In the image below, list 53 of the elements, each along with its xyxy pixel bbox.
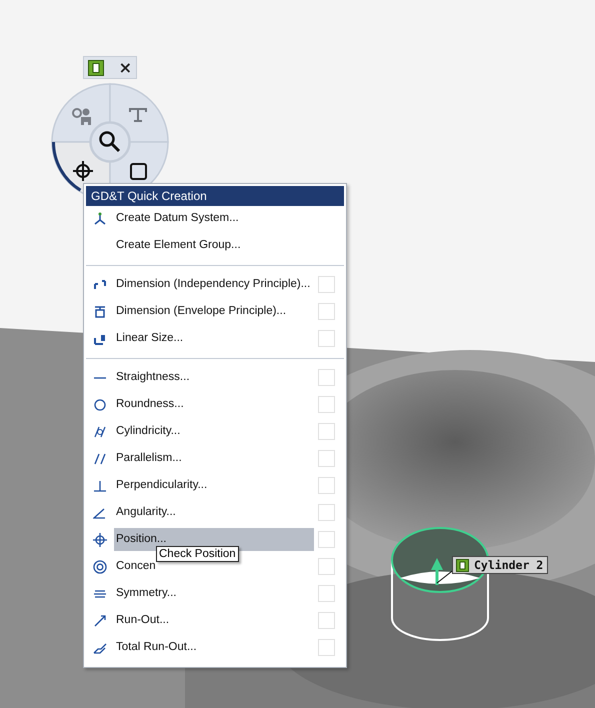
checkbox[interactable] (318, 504, 335, 521)
checkbox[interactable] (318, 369, 335, 386)
checkbox[interactable] (318, 585, 335, 602)
menu-item[interactable]: Create Datum System... (114, 207, 241, 230)
menu-item[interactable]: Straightness... (114, 366, 314, 389)
dimension-icon (93, 278, 107, 292)
feature-name: Cylinder 2 (474, 558, 544, 572)
menu-item[interactable]: Angularity... (114, 501, 314, 524)
menu-item[interactable]: Perpendicularity... (114, 474, 314, 497)
parallel-icon (93, 452, 107, 466)
checkbox[interactable] (318, 612, 335, 629)
checkbox[interactable] (318, 423, 335, 440)
checkbox[interactable] (318, 330, 335, 347)
checkbox[interactable] (318, 450, 335, 467)
frame-icon (130, 163, 147, 180)
crosshair-icon (72, 160, 94, 182)
crosshair-icon (93, 532, 107, 546)
menu-item[interactable]: Symmetry... (114, 582, 314, 605)
menu-item[interactable]: Total Run-Out... (114, 636, 314, 659)
double-arrow-icon (93, 640, 107, 654)
person-icon (72, 108, 91, 125)
perpendicular-icon (93, 478, 107, 492)
menu-title: GD&T Quick Creation (86, 186, 344, 206)
menu-item[interactable]: Dimension (Independency Principle)... (114, 273, 314, 296)
dimension-icon (93, 304, 107, 318)
concentric-circles-icon (93, 560, 107, 574)
menu-item[interactable]: Roundness... (114, 393, 314, 416)
checkbox[interactable] (318, 639, 335, 656)
feature-icon (456, 558, 469, 572)
angle-icon (93, 506, 107, 520)
checkbox[interactable] (318, 477, 335, 494)
axes-icon (93, 212, 107, 226)
menu-item[interactable]: Run-Out... (114, 609, 314, 632)
checkbox[interactable] (318, 396, 335, 413)
checkbox[interactable] (318, 531, 335, 548)
circle-icon (93, 398, 107, 412)
feature-icon (88, 60, 104, 76)
checkbox[interactable] (318, 303, 335, 320)
menu-item[interactable]: Linear Size... (114, 327, 314, 350)
tooltip: Check Position (156, 546, 239, 562)
cylindricity-icon (93, 424, 107, 438)
close-button[interactable]: × (118, 60, 132, 76)
menu-item[interactable]: Cylindricity... (114, 420, 314, 443)
checkbox[interactable] (318, 276, 335, 293)
text-frame-icon (129, 108, 147, 122)
menu-item[interactable]: Create Element Group... (114, 234, 243, 257)
menu-item[interactable]: Parallelism... (114, 447, 314, 470)
checkbox[interactable] (318, 558, 335, 575)
feature-button[interactable] (88, 60, 104, 76)
search-button[interactable] (90, 122, 130, 162)
menu-item[interactable]: Dimension (Envelope Principle)... (114, 300, 314, 323)
arrow-icon (431, 558, 443, 585)
diagonal-arrow-icon (93, 614, 107, 628)
